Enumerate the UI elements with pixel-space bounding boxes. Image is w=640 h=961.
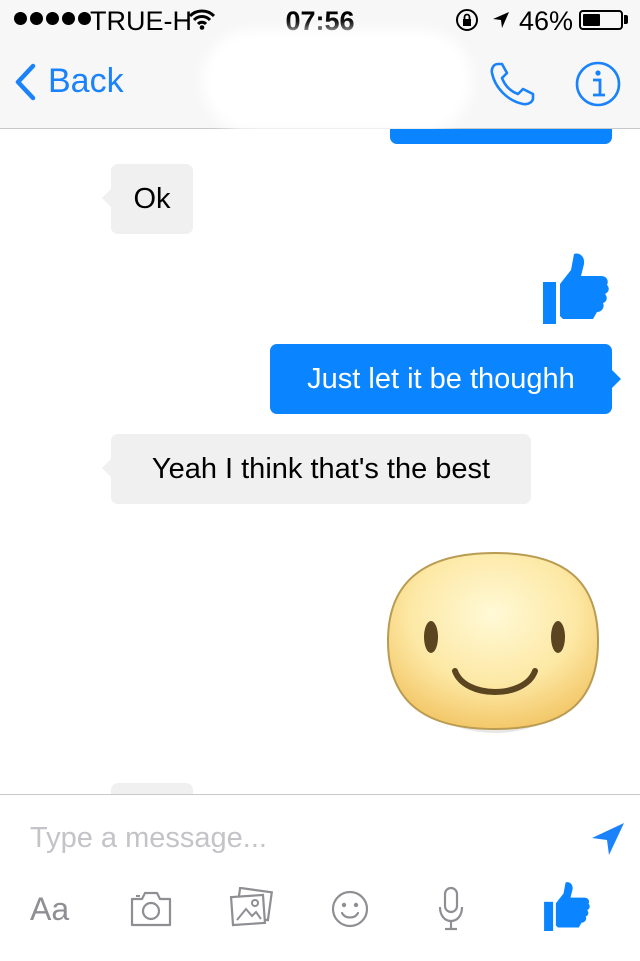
message-bubble-incoming[interactable]: Ok bbox=[111, 164, 193, 234]
message-input[interactable] bbox=[30, 815, 550, 861]
bubble-tail bbox=[102, 459, 111, 477]
message-bubble-incoming[interactable]: Yeah I think that's the best bbox=[111, 434, 531, 504]
message-text: Just let it be thoughh bbox=[307, 363, 575, 395]
gallery-icon[interactable] bbox=[229, 887, 273, 929]
message-bubble-incoming[interactable] bbox=[111, 783, 193, 794]
message-bubble-outgoing[interactable] bbox=[390, 129, 612, 144]
camera-icon[interactable] bbox=[129, 889, 173, 929]
bubble-tail bbox=[612, 370, 621, 388]
text-format-button[interactable]: Aa bbox=[30, 891, 69, 928]
message-bubble-outgoing[interactable]: Just let it be thoughh bbox=[270, 344, 612, 414]
chevron-left-icon bbox=[15, 63, 36, 100]
message-text: Ok bbox=[133, 183, 171, 215]
contact-name-redacted bbox=[212, 40, 462, 122]
info-icon[interactable] bbox=[574, 60, 622, 108]
thumbs-up-icon[interactable] bbox=[543, 252, 609, 324]
location-arrow-icon bbox=[493, 12, 509, 28]
navigation-bar: Back bbox=[0, 40, 640, 129]
status-bar: TRUE-H 07:56 46% bbox=[0, 0, 640, 40]
battery-percentage: 46% bbox=[519, 6, 574, 36]
message-text: Yeah I think that's the best bbox=[151, 453, 491, 485]
emoji-icon[interactable] bbox=[330, 889, 370, 929]
send-icon[interactable] bbox=[590, 821, 626, 857]
back-label: Back bbox=[48, 62, 124, 100]
back-button[interactable]: Back bbox=[14, 62, 124, 101]
microphone-icon[interactable] bbox=[436, 885, 466, 933]
composer-toolbar: Aa bbox=[0, 882, 640, 945]
battery-icon bbox=[579, 10, 623, 30]
battery-tip bbox=[624, 15, 628, 24]
like-icon[interactable] bbox=[543, 881, 591, 931]
message-thread[interactable]: Ok Just let it be thoughh Yeah I think t… bbox=[0, 129, 640, 794]
rotation-lock-icon bbox=[456, 9, 478, 31]
smiley-sticker[interactable] bbox=[380, 541, 610, 751]
bubble-tail bbox=[102, 189, 111, 207]
phone-icon[interactable] bbox=[488, 60, 538, 108]
composer: Aa bbox=[0, 794, 640, 961]
